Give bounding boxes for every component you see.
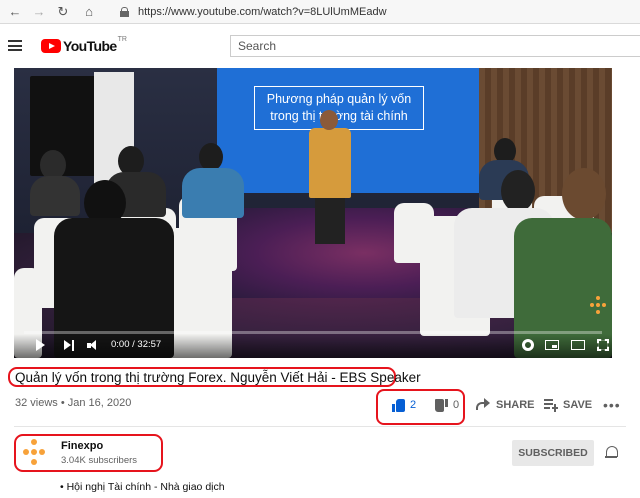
subscriber-count: 3.04K subscribers: [61, 455, 138, 466]
home-icon[interactable]: ⌂: [80, 3, 98, 21]
video-audience: [182, 168, 244, 218]
logo-wordmark: YouTube: [63, 38, 117, 54]
divider: [14, 426, 626, 427]
notification-bell-icon[interactable]: [605, 446, 618, 460]
channel-name[interactable]: Finexpo: [61, 440, 103, 452]
video-speaker: [315, 196, 345, 244]
video-audience: [501, 170, 535, 212]
channel-avatar[interactable]: [20, 438, 48, 466]
youtube-header: YouTube TR Search: [0, 24, 640, 68]
youtube-play-icon: [41, 39, 61, 53]
search-input[interactable]: Search: [230, 35, 640, 57]
player-controls: 0:00 / 32:57: [14, 334, 612, 358]
save-button[interactable]: SAVE: [563, 399, 592, 411]
reload-icon[interactable]: ↻: [54, 3, 72, 21]
logo-country-code: TR: [117, 36, 127, 43]
video-audience: [30, 176, 80, 216]
thumbs-down-icon[interactable]: [435, 399, 449, 412]
dislike-count[interactable]: 0: [453, 399, 459, 411]
like-count[interactable]: 2: [410, 399, 416, 411]
time-display: 0:00 / 32:57: [111, 339, 162, 350]
fullscreen-icon[interactable]: [597, 339, 609, 351]
thumbs-up-icon[interactable]: [392, 399, 406, 412]
subscribed-button[interactable]: SUBSCRIBED: [512, 440, 594, 466]
likes-annotation-outline: [376, 389, 465, 425]
next-icon[interactable]: [64, 340, 75, 351]
address-bar[interactable]: https://www.youtube.com/watch?v=8LUlUmME…: [112, 3, 640, 21]
miniplayer-icon[interactable]: [545, 340, 559, 350]
volume-icon[interactable]: [87, 339, 103, 352]
back-arrow-icon[interactable]: ←: [6, 3, 24, 21]
video-player[interactable]: Phương pháp quản lý vốn trong thị trường…: [14, 68, 612, 358]
share-button[interactable]: SHARE: [496, 399, 535, 411]
youtube-logo[interactable]: YouTube TR: [41, 36, 127, 55]
finexpo-watermark-icon: [588, 296, 608, 316]
video-screen-text: Phương pháp quản lý vốn trong thị trường…: [254, 86, 424, 130]
video-speaker: [309, 128, 351, 198]
video-speaker: [320, 110, 338, 130]
save-playlist-icon[interactable]: [544, 398, 558, 412]
video-audience: [562, 168, 606, 220]
video-audience: [199, 143, 223, 171]
menu-icon[interactable]: [8, 40, 22, 51]
video-title: Quản lý vốn trong thị trường Forex. Nguy…: [15, 370, 421, 385]
video-description: • Hội nghị Tài chính - Nhà giao dịch: [60, 481, 225, 493]
view-count-date: 32 views • Jan 16, 2020: [15, 397, 132, 409]
theater-mode-icon[interactable]: [571, 340, 585, 350]
play-icon[interactable]: [36, 339, 45, 351]
share-icon[interactable]: [476, 398, 490, 410]
lock-icon: [120, 7, 129, 17]
more-actions-icon[interactable]: •••: [603, 397, 621, 413]
browser-toolbar: ← → ↻ ⌂ https://www.youtube.com/watch?v=…: [0, 0, 640, 24]
url-text: https://www.youtube.com/watch?v=8LUlUmME…: [138, 6, 387, 18]
forward-arrow-icon[interactable]: →: [30, 3, 48, 21]
settings-gear-icon[interactable]: [522, 339, 534, 351]
